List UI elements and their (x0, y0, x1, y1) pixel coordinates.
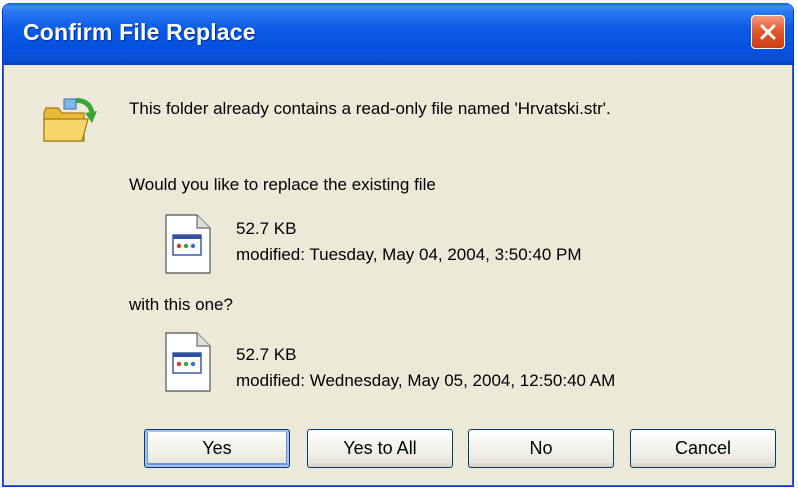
close-button[interactable] (751, 15, 785, 49)
confirm-file-replace-dialog: Confirm File Replace This folder already… (2, 3, 794, 487)
dialog-message: This folder already contains a read-only… (129, 99, 611, 118)
yes-button[interactable]: Yes (144, 429, 290, 468)
title-bar[interactable]: Confirm File Replace (3, 3, 793, 65)
folder-arrow-icon (43, 98, 97, 142)
dialog-title: Confirm File Replace (23, 19, 256, 45)
file-document-icon (165, 332, 211, 392)
new-file-modified: modified: Wednesday, May 05, 2004, 12:50… (236, 371, 616, 390)
no-button[interactable]: No (468, 429, 614, 468)
dialog-body: This folder already contains a read-only… (6, 65, 790, 483)
replace-question: Would you like to replace the existing f… (129, 175, 436, 194)
file-document-icon (165, 214, 211, 274)
new-file-size: 52.7 KB (236, 345, 297, 364)
close-icon (760, 24, 776, 40)
existing-file-size: 52.7 KB (236, 219, 297, 238)
with-this-one-label: with this one? (129, 295, 233, 314)
existing-file-modified: modified: Tuesday, May 04, 2004, 3:50:40… (236, 245, 582, 264)
cancel-button[interactable]: Cancel (630, 429, 776, 468)
yes-to-all-button[interactable]: Yes to All (307, 429, 453, 468)
